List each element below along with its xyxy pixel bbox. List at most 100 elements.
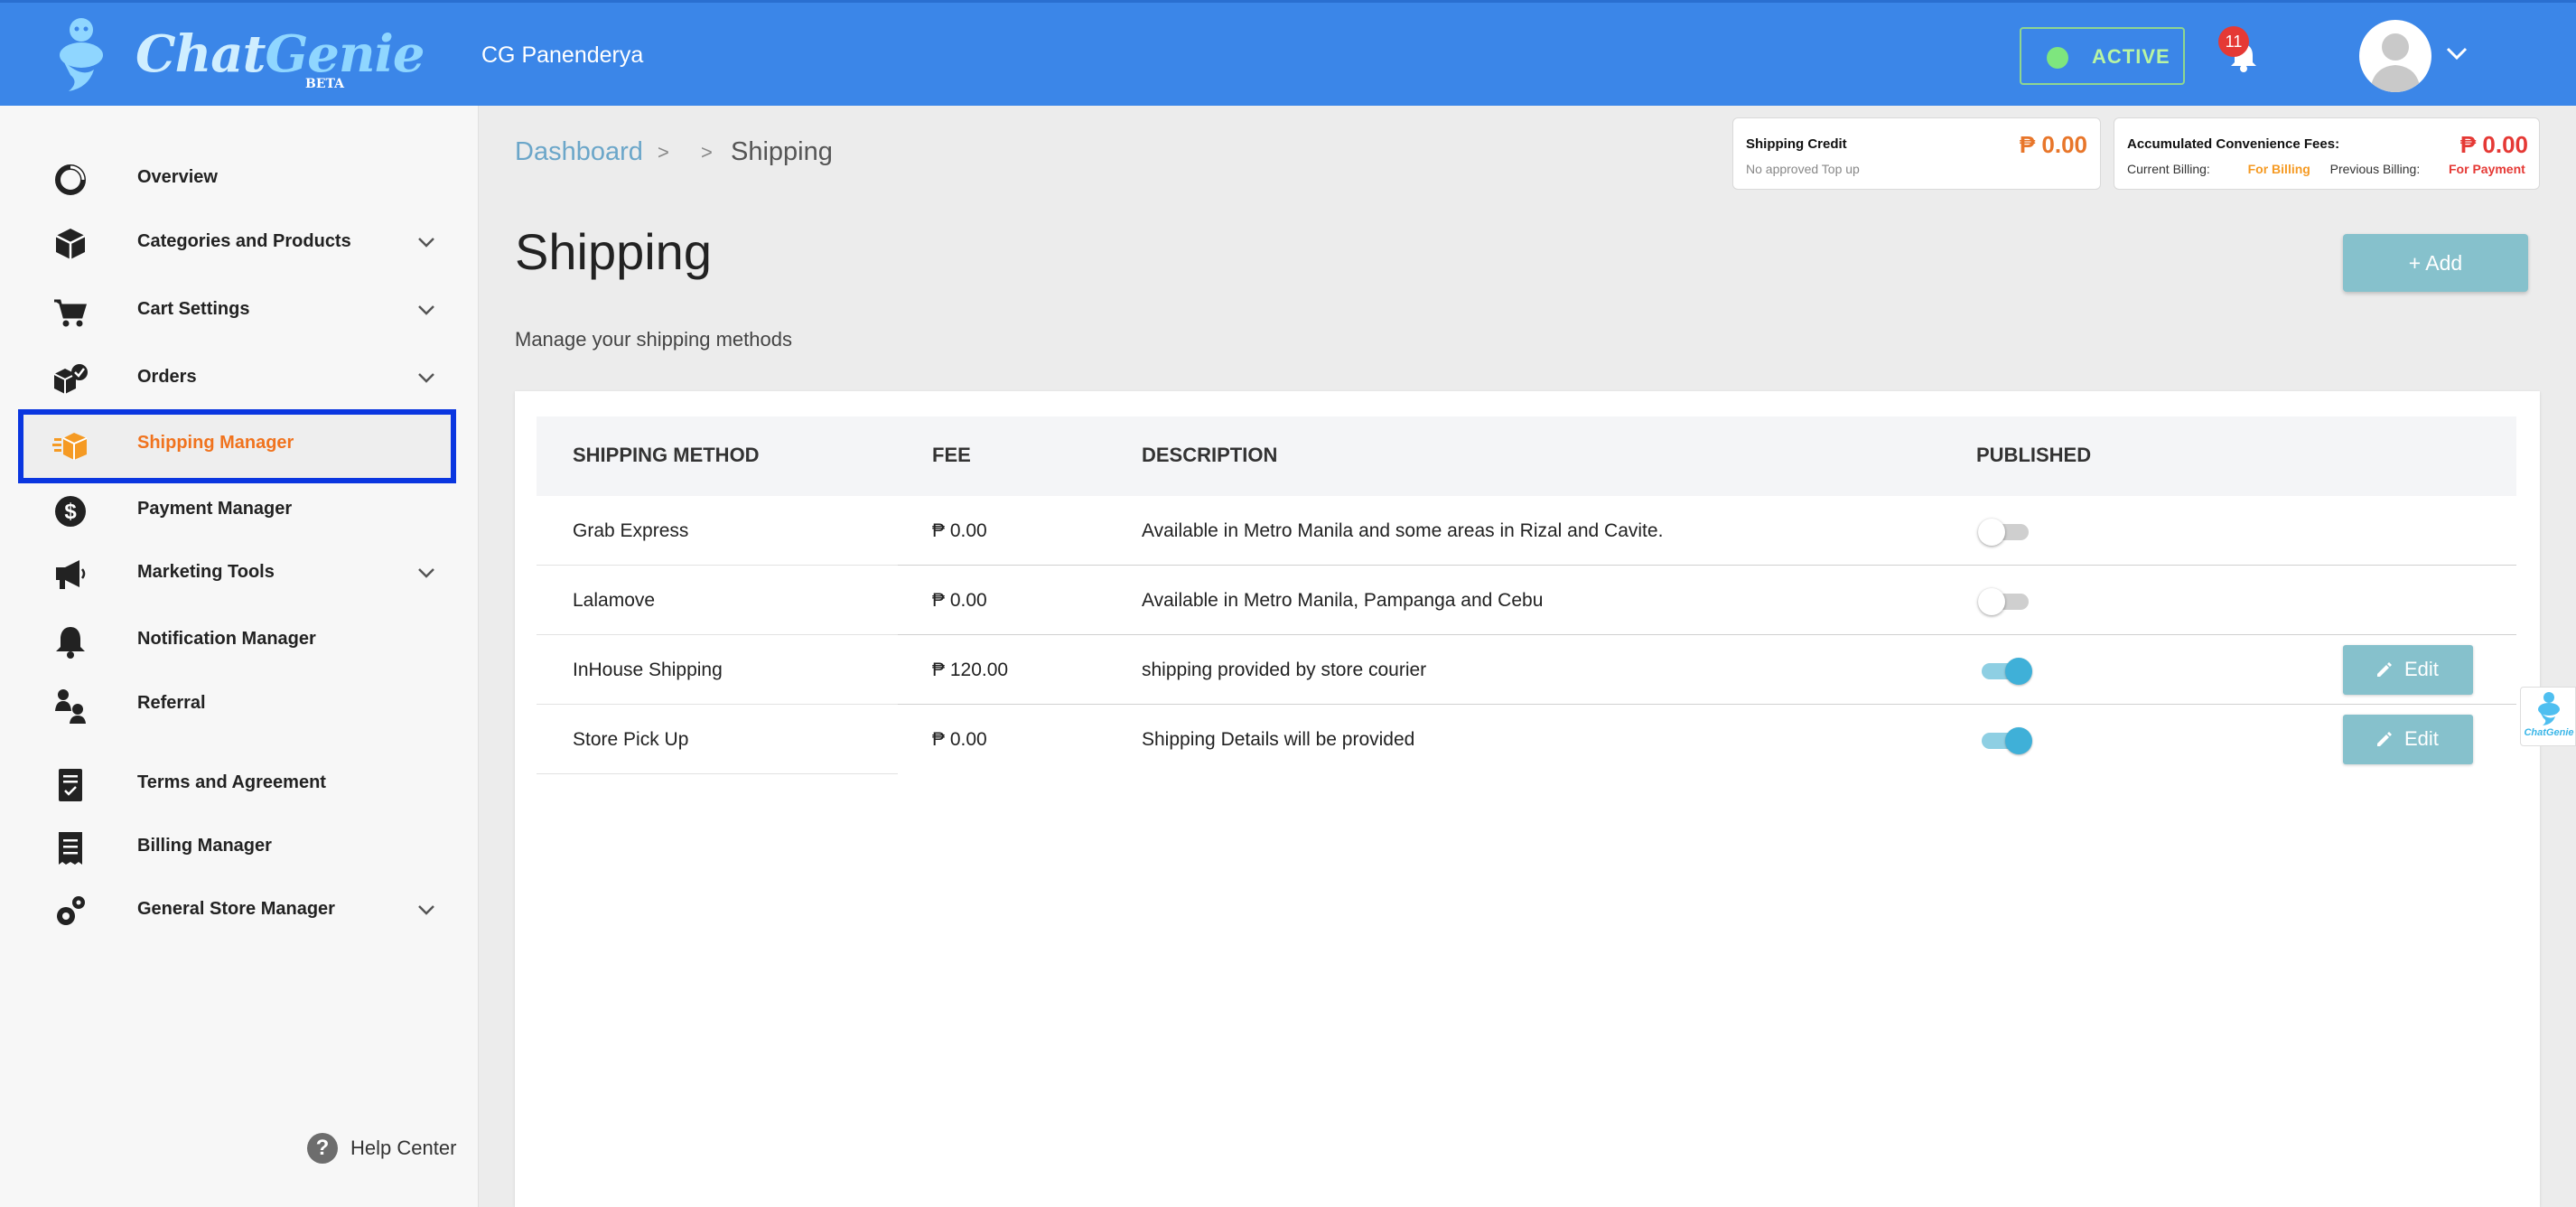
help-icon: ? bbox=[307, 1133, 338, 1164]
convenience-fees-card[interactable]: Accumulated Convenience Fees: ₱ 0.00 Cur… bbox=[2114, 117, 2540, 190]
logo-wordmark[interactable]: ChatGenie bbox=[135, 24, 425, 84]
edit-button-label: Edit bbox=[2404, 658, 2439, 680]
chat-widget-label: ChatGenie bbox=[2524, 727, 2574, 738]
edit-button[interactable]: Edit bbox=[2343, 715, 2473, 764]
sidebar: Overview Categories and Products Cart Se… bbox=[0, 106, 479, 1207]
shipping-credit-card[interactable]: Shipping Credit No approved Top up ₱ 0.0… bbox=[1732, 117, 2101, 190]
chevron-down-icon[interactable] bbox=[415, 301, 437, 319]
column-header-description: DESCRIPTION bbox=[1142, 444, 1278, 466]
sidebar-item-notification-manager[interactable]: Notification Manager bbox=[18, 605, 456, 674]
published-toggle[interactable] bbox=[1978, 588, 2032, 615]
table-row: Store Pick Up ₱ 0.00 Shipping Details wi… bbox=[537, 705, 2516, 774]
logo-main-text: Chat bbox=[135, 24, 266, 84]
description-cell: Shipping Details will be provided bbox=[1142, 729, 1415, 750]
avatar-silhouette-icon bbox=[2370, 33, 2421, 92]
sidebar-item-label: Billing Manager bbox=[137, 836, 272, 856]
breadcrumb-separator: > bbox=[658, 141, 669, 164]
current-billing-status: For Billing bbox=[2247, 162, 2310, 176]
sidebar-item-payment-manager[interactable]: $ Payment Manager bbox=[18, 475, 456, 544]
convenience-fees-amount: ₱ 0.00 bbox=[2459, 131, 2528, 158]
store-status-badge[interactable]: ACTIVE bbox=[2020, 27, 2185, 85]
pencil-icon bbox=[2377, 662, 2392, 677]
sidebar-item-cart-settings[interactable]: Cart Settings bbox=[18, 276, 456, 344]
status-dot-icon bbox=[2047, 47, 2068, 69]
sidebar-item-general-store-manager[interactable]: General Store Manager bbox=[18, 875, 456, 944]
edit-button-label: Edit bbox=[2404, 727, 2439, 750]
receipt-icon bbox=[59, 832, 82, 865]
genie-mascot-icon bbox=[60, 18, 103, 91]
previous-billing-label: Previous Billing: bbox=[2329, 162, 2421, 176]
breadcrumb-dashboard[interactable]: Dashboard bbox=[515, 137, 643, 167]
table-header: SHIPPING METHOD FEE DESCRIPTION PUBLISHE… bbox=[537, 416, 2516, 496]
beta-label: BETA bbox=[305, 77, 345, 91]
chevron-down-icon[interactable] bbox=[415, 901, 437, 919]
store-name: CG Panenderya bbox=[481, 42, 644, 68]
sidebar-item-billing-manager[interactable]: Billing Manager bbox=[18, 812, 456, 881]
sidebar-item-referral[interactable]: Referral bbox=[18, 669, 456, 738]
fee-cell: ₱ 0.00 bbox=[932, 729, 987, 750]
svg-text:$: $ bbox=[64, 500, 77, 524]
sidebar-item-label: Orders bbox=[137, 367, 197, 387]
add-shipping-button[interactable]: + Add bbox=[2343, 234, 2528, 292]
published-toggle[interactable] bbox=[1978, 519, 2032, 546]
chevron-down-icon[interactable] bbox=[415, 233, 437, 251]
sidebar-item-orders[interactable]: Orders bbox=[18, 343, 456, 412]
cart-icon bbox=[54, 299, 88, 327]
sidebar-item-overview[interactable]: Overview bbox=[18, 144, 456, 212]
megaphone-icon bbox=[56, 560, 86, 589]
dollar-icon: $ bbox=[55, 496, 86, 527]
table-row: InHouse Shipping ₱ 120.00 shipping provi… bbox=[537, 635, 2516, 705]
sidebar-item-shipping-manager[interactable]: Shipping Manager bbox=[18, 409, 456, 483]
shipping-credit-title: Shipping Credit bbox=[1746, 136, 1847, 152]
description-cell: Available in Metro Manila and some areas… bbox=[1142, 520, 1664, 541]
sidebar-item-label: Marketing Tools bbox=[137, 562, 275, 582]
fee-cell: ₱ 0.00 bbox=[932, 590, 987, 611]
current-billing-label: Current Billing: bbox=[2127, 162, 2210, 176]
previous-billing-status: For Payment bbox=[2449, 162, 2525, 176]
pencil-icon bbox=[2377, 732, 2392, 746]
fee-cell: ₱ 0.00 bbox=[932, 520, 987, 541]
table-row: Lalamove ₱ 0.00 Available in Metro Manil… bbox=[537, 566, 2516, 635]
edit-button[interactable]: Edit bbox=[2343, 645, 2473, 695]
chevron-down-icon[interactable] bbox=[415, 564, 437, 582]
sidebar-item-categories[interactable]: Categories and Products bbox=[18, 208, 456, 276]
sidebar-item-terms[interactable]: Terms and Agreement bbox=[18, 749, 456, 818]
sidebar-item-label: Cart Settings bbox=[137, 299, 250, 319]
breadcrumb-separator: > bbox=[701, 141, 713, 164]
shipping-credit-subtitle: No approved Top up bbox=[1746, 162, 1860, 176]
column-header-published: PUBLISHED bbox=[1976, 444, 2092, 466]
shipping-method-cell: Lalamove bbox=[573, 590, 656, 611]
orders-icon bbox=[53, 364, 88, 394]
page-title: Shipping bbox=[515, 223, 712, 280]
notification-count-badge: 11 bbox=[2218, 26, 2249, 57]
description-cell: shipping provided by store courier bbox=[1142, 660, 1427, 680]
top-bar: ChatGenie BETA CG Panenderya ACTIVE 11 bbox=[0, 0, 2576, 106]
published-toggle[interactable] bbox=[1978, 727, 2032, 754]
chevron-down-icon[interactable] bbox=[2444, 44, 2469, 62]
sidebar-item-label: Categories and Products bbox=[137, 231, 351, 251]
shipping-method-cell: InHouse Shipping bbox=[573, 660, 723, 680]
breadcrumb-current: Shipping bbox=[731, 137, 833, 166]
shipping-credit-amount: ₱ 0.00 bbox=[2019, 131, 2087, 158]
sidebar-item-marketing-tools[interactable]: Marketing Tools bbox=[18, 538, 456, 607]
sidebar-item-label: Terms and Agreement bbox=[137, 772, 326, 792]
chat-widget-button[interactable]: ChatGenie bbox=[2520, 687, 2576, 746]
billing-status-row: Current Billing: For Billing Previous Bi… bbox=[2127, 162, 2525, 176]
column-header-method: SHIPPING METHOD bbox=[573, 444, 760, 466]
fee-cell: ₱ 120.00 bbox=[932, 660, 1009, 680]
referral-icon bbox=[55, 689, 86, 724]
chevron-down-icon[interactable] bbox=[415, 369, 437, 387]
column-header-fee: FEE bbox=[932, 444, 971, 466]
published-toggle[interactable] bbox=[1978, 658, 2032, 685]
shipping-method-cell: Grab Express bbox=[573, 520, 689, 541]
overview-icon bbox=[55, 164, 86, 195]
status-text: ACTIVE bbox=[2092, 45, 2170, 68]
shipping-method-cell: Store Pick Up bbox=[573, 729, 689, 750]
genie-mascot-icon bbox=[2538, 692, 2560, 725]
table-row: Grab Express ₱ 0.00 Available in Metro M… bbox=[537, 496, 2516, 566]
logo-accent-text: Genie bbox=[265, 24, 425, 84]
sidebar-item-label: Overview bbox=[137, 167, 218, 187]
bell-icon bbox=[56, 627, 85, 659]
user-avatar[interactable] bbox=[2359, 20, 2431, 92]
box-icon bbox=[55, 229, 86, 259]
